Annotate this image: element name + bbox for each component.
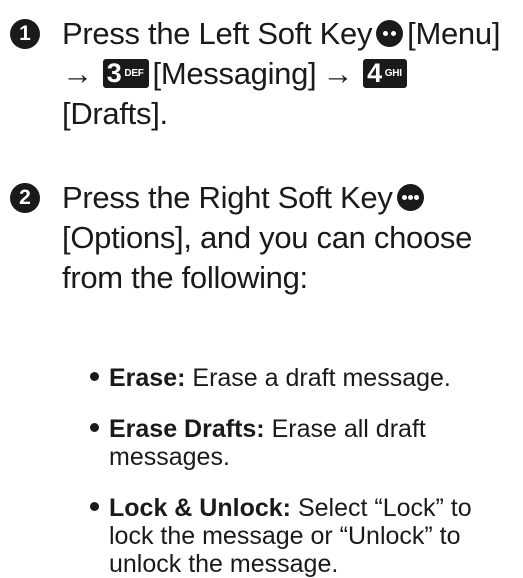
- step-2-line-1: Press the Right Soft Key: [62, 178, 523, 218]
- instruction-page: 1 Press the Left Soft Key [Menu] → 3 DEF [Me…: [0, 0, 523, 578]
- bullet-dot-icon: [90, 372, 99, 381]
- step-1-number-badge: 1: [10, 19, 40, 49]
- arrow-right-icon: →: [62, 56, 93, 91]
- step-1-line-1-prefix: Press the Left Soft Key: [62, 16, 373, 51]
- arrow-right-icon: →: [322, 56, 354, 91]
- step-1-text: Press the Left Soft Key [Menu] → 3 DEF [Mess…: [62, 14, 523, 134]
- option-erase-body: Erase: Erase a draft message.: [109, 364, 521, 392]
- option-erase-drafts-term: Erase Drafts:: [109, 415, 265, 443]
- key-4-ghi-icon: 4 GHI: [363, 59, 407, 89]
- option-lock-unlock-description-line-2: lock the message or “Unlock” to: [109, 522, 461, 550]
- option-erase-drafts-description-line-2: messages.: [109, 443, 230, 471]
- step-2-line-1-prefix: Press the Right Soft Key: [62, 180, 393, 215]
- option-lock-unlock-term: Lock & Unlock:: [109, 494, 291, 522]
- step-1-line-3: [Drafts].: [62, 96, 168, 131]
- step-1-menu-label: [Menu]: [407, 16, 501, 51]
- bullet-dot-icon: [90, 502, 99, 511]
- step-1-line-2: → 3 DEF [Messaging] → 4 GHI: [62, 54, 523, 94]
- key-3-def-icon: 3 DEF: [102, 59, 149, 89]
- step-1-messaging-label: [Messaging]: [152, 56, 317, 91]
- step-2-text: Press the Right Soft Key [Options], and …: [62, 178, 523, 298]
- left-softkey-icon: [376, 20, 404, 48]
- option-erase-term: Erase:: [109, 364, 186, 392]
- option-lock-unlock-body: Lock & Unlock: Select “Lock” to lock the…: [109, 494, 521, 578]
- bullet-dot-icon: [90, 423, 99, 432]
- step-2-number-badge: 2: [10, 183, 40, 213]
- step-2-line-3: from the following:: [62, 260, 308, 295]
- step-2-line-2: [Options], and you can choose: [62, 220, 473, 255]
- option-erase-drafts-body: Erase Drafts: Erase all draft messages.: [109, 415, 521, 471]
- right-softkey-icon: [396, 184, 424, 212]
- option-lock-unlock-description-line-1: Select “Lock” to: [297, 494, 472, 522]
- option-erase-drafts-description-line-1: Erase all draft: [271, 415, 426, 443]
- option-lock-unlock-description-line-3: unlock the message.: [109, 550, 339, 578]
- option-erase-description: Erase a draft message.: [192, 364, 451, 392]
- step-1-line-1: Press the Left Soft Key [Menu]: [62, 14, 523, 54]
